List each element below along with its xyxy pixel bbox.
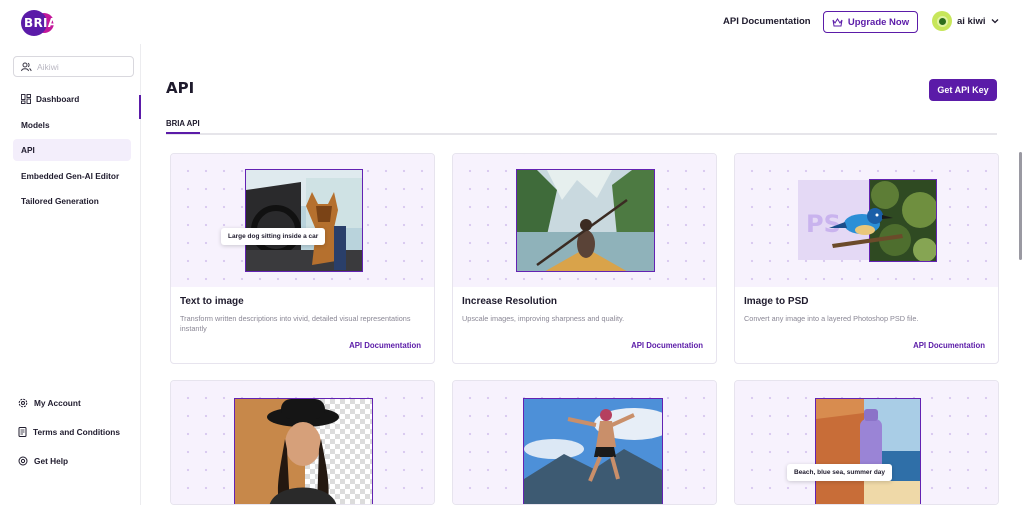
- user-name: ai kiwi: [957, 15, 986, 27]
- sidebar-item-label: API: [21, 145, 35, 155]
- users-icon: [21, 62, 32, 71]
- sidebar-item-models[interactable]: Models: [13, 114, 131, 136]
- card-title: Increase Resolution: [462, 296, 558, 307]
- top-bar: BRIA API Documentation Upgrade Now ai ki…: [0, 0, 1024, 44]
- sidebar-item-my-account[interactable]: My Account: [18, 398, 81, 408]
- api-documentation-link[interactable]: API Documentation: [349, 341, 421, 350]
- api-documentation-link[interactable]: API Documentation: [723, 16, 811, 27]
- card-illustration: [171, 381, 434, 504]
- bria-logo[interactable]: BRIA: [21, 10, 59, 36]
- account-name: Aikiwi: [37, 61, 59, 72]
- crown-icon: [832, 17, 843, 26]
- kayak-lake-image: [516, 169, 655, 272]
- api-card-text-to-image[interactable]: Large dog sitting inside a car Text to i…: [170, 153, 435, 364]
- beach-bottle-image: [815, 398, 921, 504]
- card-description: Transform written descriptions into vivi…: [180, 314, 411, 333]
- card-illustration: Large dog sitting inside a car: [171, 154, 434, 287]
- card-title: Image to PSD: [744, 296, 809, 307]
- card-title: Text to image: [180, 296, 244, 307]
- sidebar-item-label: My Account: [34, 398, 81, 408]
- sidebar-item-label: Dashboard: [36, 94, 80, 104]
- api-card-increase-resolution[interactable]: Increase Resolution Upscale images, impr…: [452, 153, 717, 364]
- user-menu[interactable]: ai kiwi: [932, 11, 999, 31]
- sidebar-item-label: Embedded Gen-AI Editor: [21, 171, 120, 181]
- document-icon: [18, 427, 27, 437]
- sidebar-item-embedded-gen-ai-editor[interactable]: Embedded Gen-AI Editor: [13, 165, 131, 187]
- tab-divider: [166, 133, 997, 135]
- page-title: API: [166, 79, 195, 97]
- dog-in-car-image: [245, 169, 363, 272]
- prompt-caption: Beach, blue sea, summer day: [787, 464, 893, 481]
- logo-text: BRIA: [24, 16, 58, 30]
- api-documentation-link[interactable]: API Documentation: [913, 341, 985, 350]
- api-card-replace-background[interactable]: Beach, blue sea, summer day: [734, 380, 999, 505]
- help-icon: [18, 456, 28, 466]
- sidebar-item-terms[interactable]: Terms and Conditions: [18, 427, 120, 437]
- sidebar-item-tailored-generation[interactable]: Tailored Generation: [13, 190, 131, 212]
- cliff-jump-image: [523, 398, 663, 504]
- card-illustration: Beach, blue sea, summer day: [735, 381, 998, 504]
- prompt-caption: Large dog sitting inside a car: [221, 228, 326, 245]
- scrollbar[interactable]: [1019, 152, 1022, 260]
- active-tab-underline: [166, 132, 200, 134]
- portrait-image: [234, 398, 373, 504]
- get-api-key-button[interactable]: Get API Key: [929, 79, 997, 101]
- bird-cutout: [829, 208, 903, 248]
- sidebar-item-api[interactable]: API: [13, 139, 131, 161]
- card-illustration: [453, 154, 716, 287]
- upgrade-label: Upgrade Now: [847, 16, 910, 28]
- card-description: Upscale images, improving sharpness and …: [462, 314, 625, 323]
- gear-icon: [18, 398, 28, 408]
- avatar: [932, 11, 952, 31]
- card-illustration: [453, 381, 716, 504]
- account-switcher[interactable]: Aikiwi: [13, 56, 134, 77]
- card-description: Convert any image into a layered Photosh…: [744, 314, 919, 323]
- sidebar-item-label: Terms and Conditions: [33, 427, 120, 437]
- api-card-image-to-psd[interactable]: PS Image to PSD Convert any image into a…: [734, 153, 999, 364]
- api-card-image-generation-2[interactable]: [452, 380, 717, 505]
- api-documentation-link[interactable]: API Documentation: [631, 341, 703, 350]
- card-illustration: PS: [735, 154, 998, 287]
- sidebar: Aikiwi Dashboard Models API Embedded Gen…: [0, 44, 141, 505]
- tab-bria-api[interactable]: BRIA API: [166, 119, 200, 128]
- api-card-background-removal[interactable]: [170, 380, 435, 505]
- sidebar-item-label: Tailored Generation: [21, 196, 99, 206]
- upgrade-now-button[interactable]: Upgrade Now: [823, 11, 918, 33]
- sidebar-item-get-help[interactable]: Get Help: [18, 456, 68, 466]
- active-indicator: [139, 95, 141, 119]
- sidebar-item-dashboard[interactable]: Dashboard: [13, 88, 131, 110]
- sidebar-item-label: Get Help: [34, 456, 69, 466]
- sidebar-item-label: Models: [21, 120, 50, 130]
- chevron-down-icon: [991, 19, 998, 24]
- dashboard-icon: [21, 94, 31, 104]
